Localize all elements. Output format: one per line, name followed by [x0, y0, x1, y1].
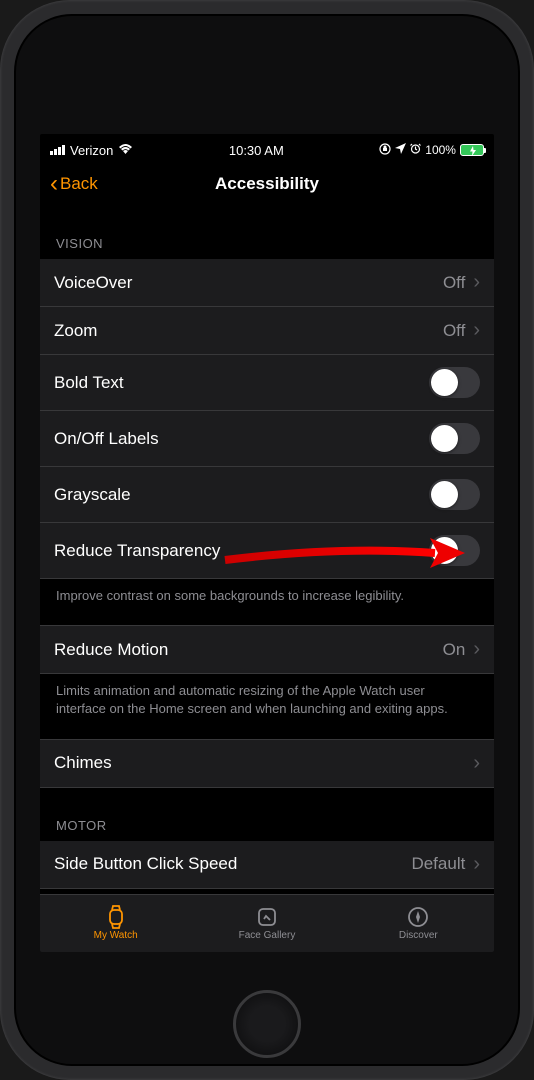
chevron-right-icon: ›	[473, 638, 480, 661]
row-value: Default	[411, 854, 465, 874]
tab-label: Discover	[399, 930, 438, 941]
content-scroll[interactable]: VISION VoiceOver Off › Zoom Off ›	[40, 206, 494, 894]
section-header-motor: MOTOR	[40, 788, 494, 841]
signal-icon	[50, 145, 65, 155]
compass-icon	[405, 906, 431, 928]
screen: Verizon 10:30 AM 100%	[40, 134, 494, 952]
row-onoff-labels: On/Off Labels	[40, 411, 494, 467]
footer-motion: Limits animation and automatic resizing …	[40, 674, 494, 738]
status-time: 10:30 AM	[229, 143, 284, 158]
phone-frame: Verizon 10:30 AM 100%	[0, 0, 534, 1080]
footer-transparency: Improve contrast on some backgrounds to …	[40, 579, 494, 625]
tab-bar: My Watch Face Gallery Discover	[40, 894, 494, 952]
row-voiceover[interactable]: VoiceOver Off ›	[40, 259, 494, 307]
toggle-bold-text[interactable]	[429, 367, 480, 398]
row-reduce-transparency: Reduce Transparency	[40, 523, 494, 579]
status-right: 100%	[379, 143, 484, 158]
toggle-reduce-transparency[interactable]	[429, 535, 480, 566]
battery-percent: 100%	[425, 143, 456, 157]
chevron-right-icon: ›	[473, 271, 480, 294]
row-value: Off	[443, 273, 465, 293]
row-chimes[interactable]: Chimes ›	[40, 739, 494, 788]
toggle-onoff-labels[interactable]	[429, 423, 480, 454]
chevron-left-icon: ‹	[50, 172, 58, 196]
row-value: Off	[443, 321, 465, 341]
carrier-label: Verizon	[70, 143, 113, 158]
status-bar: Verizon 10:30 AM 100%	[40, 138, 494, 162]
section-header-vision: VISION	[40, 206, 494, 259]
row-label: Bold Text	[54, 373, 124, 393]
tab-label: My Watch	[94, 930, 138, 941]
page-title: Accessibility	[40, 174, 494, 194]
nav-bar: ‹ Back Accessibility	[40, 162, 494, 206]
battery-icon	[460, 144, 484, 156]
chevron-right-icon: ›	[473, 853, 480, 876]
tab-label: Face Gallery	[239, 930, 296, 941]
face-gallery-icon	[254, 906, 280, 928]
chevron-right-icon: ›	[473, 752, 480, 775]
row-bold-text: Bold Text	[40, 355, 494, 411]
row-label: Zoom	[54, 321, 97, 341]
location-icon	[395, 143, 406, 157]
watch-icon	[103, 906, 129, 928]
orientation-lock-icon	[379, 143, 391, 158]
row-label: Side Button Click Speed	[54, 854, 237, 874]
row-label: VoiceOver	[54, 273, 132, 293]
toggle-grayscale[interactable]	[429, 479, 480, 510]
row-zoom[interactable]: Zoom Off ›	[40, 307, 494, 355]
tab-my-watch[interactable]: My Watch	[40, 895, 191, 952]
row-label: Reduce Motion	[54, 640, 168, 660]
tab-discover[interactable]: Discover	[343, 895, 494, 952]
row-label: On/Off Labels	[54, 429, 159, 449]
wifi-icon	[118, 143, 133, 158]
back-button[interactable]: ‹ Back	[50, 172, 98, 196]
row-reduce-motion[interactable]: Reduce Motion On ›	[40, 625, 494, 674]
row-grayscale: Grayscale	[40, 467, 494, 523]
back-label: Back	[60, 174, 98, 194]
alarm-icon	[410, 143, 421, 157]
home-button[interactable]	[233, 990, 301, 1058]
chevron-right-icon: ›	[473, 319, 480, 342]
status-left: Verizon	[50, 143, 133, 158]
row-side-button-speed[interactable]: Side Button Click Speed Default ›	[40, 841, 494, 889]
phone-inner: Verizon 10:30 AM 100%	[14, 14, 520, 1066]
row-label: Grayscale	[54, 485, 131, 505]
row-value: On	[443, 640, 466, 660]
row-label: Chimes	[54, 753, 112, 773]
tab-face-gallery[interactable]: Face Gallery	[191, 895, 342, 952]
row-label: Reduce Transparency	[54, 541, 220, 561]
